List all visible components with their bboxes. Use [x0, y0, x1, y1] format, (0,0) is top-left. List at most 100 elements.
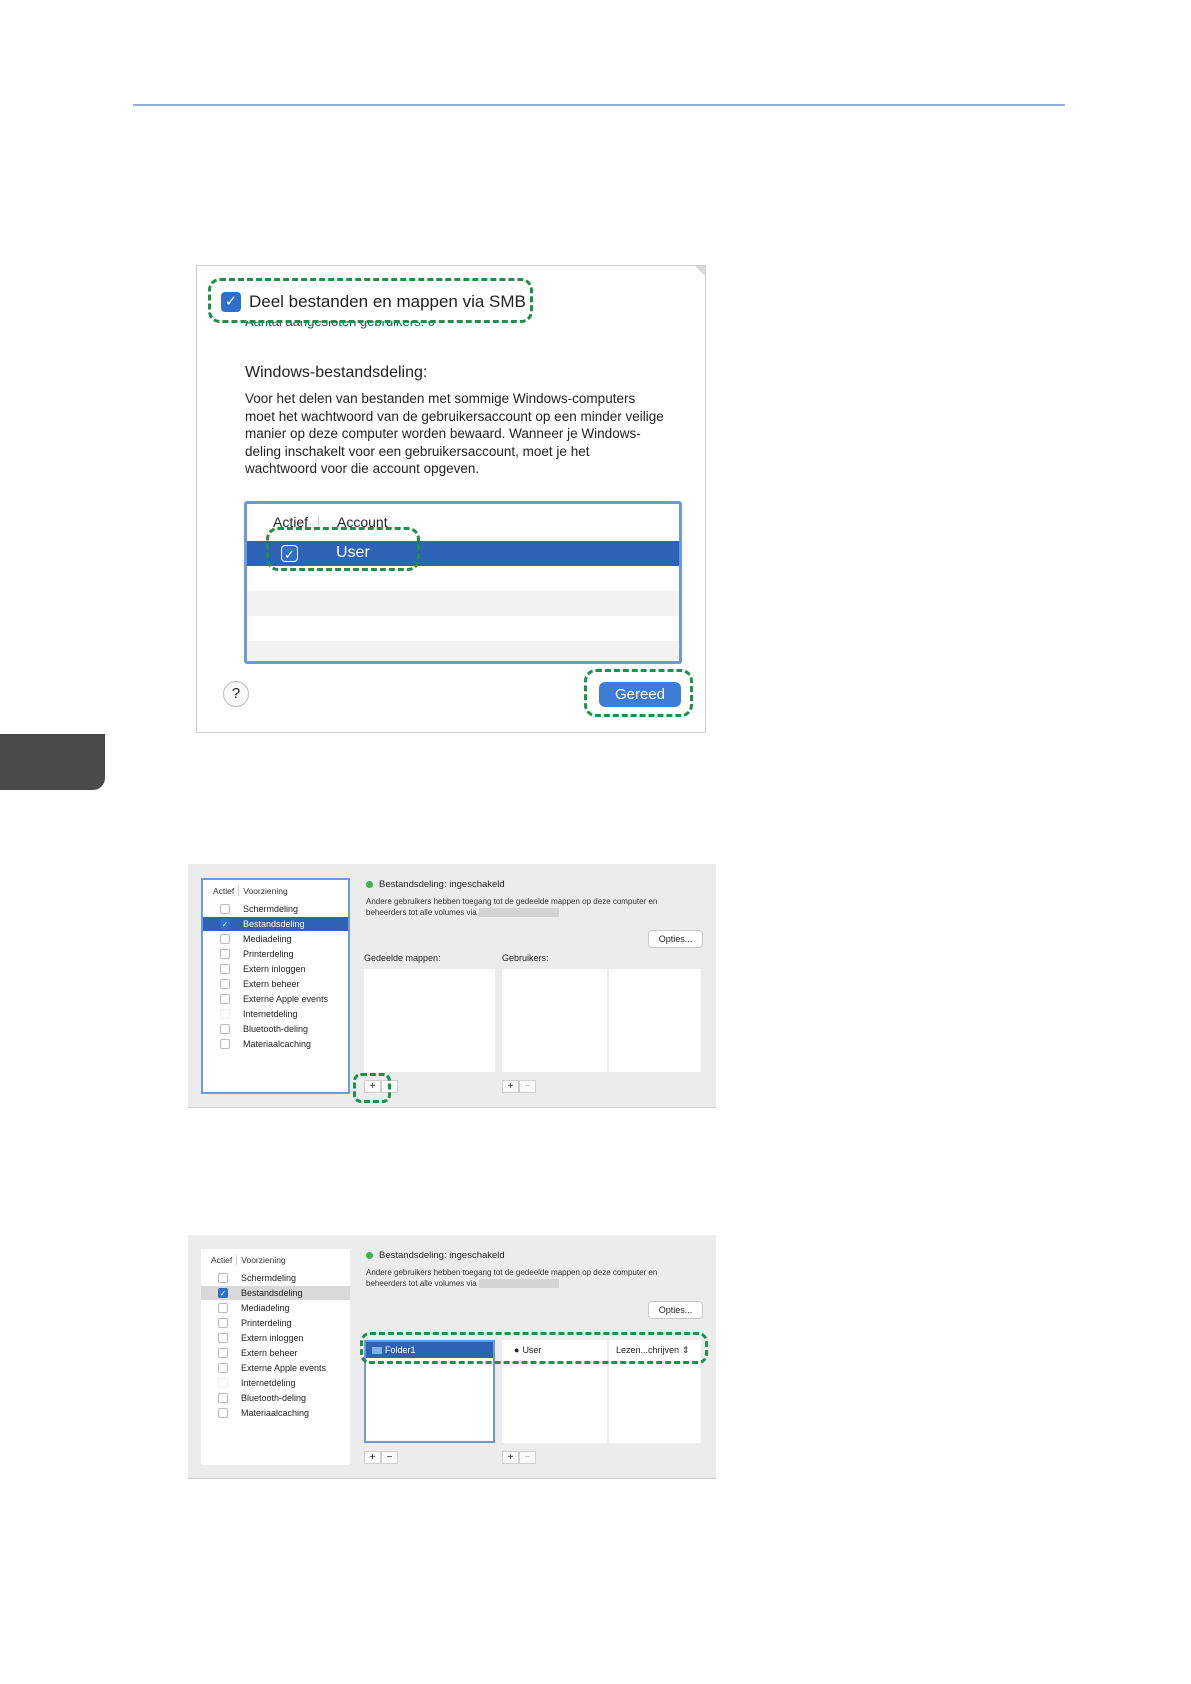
service-item[interactable]: Externe Apple events — [203, 992, 348, 1006]
account-row-empty — [247, 591, 679, 616]
permission-select[interactable]: Lezen...chrijven ⇕ — [616, 1342, 701, 1358]
service-item[interactable]: Extern inloggen — [203, 962, 348, 976]
permissions-list[interactable] — [609, 969, 701, 1072]
sharing-status-description: Andere gebruikers hebben toegang tot de … — [366, 1268, 658, 1289]
user-active-checkbox[interactable]: ✓ — [281, 545, 298, 562]
service-item[interactable]: Extern inloggen — [201, 1331, 350, 1345]
chapter-tab — [0, 734, 105, 790]
service-checkbox[interactable] — [220, 904, 230, 914]
service-item[interactable]: Printerdeling — [201, 1316, 350, 1330]
user-add-remove: + − — [502, 1080, 536, 1093]
permission-value: Lezen...chrijven — [616, 1345, 680, 1355]
shared-folders-label: Gedeelde mappen: — [364, 953, 441, 963]
smb-label: Deel bestanden en mappen via SMB — [249, 292, 526, 311]
service-item[interactable]: Printerdeling — [203, 947, 348, 961]
service-item[interactable]: Schermdeling — [203, 902, 348, 916]
person-icon: ● — [514, 1345, 520, 1355]
service-checkbox[interactable] — [218, 1363, 228, 1373]
service-checkbox[interactable] — [218, 1393, 228, 1403]
service-checkbox[interactable] — [218, 1333, 228, 1343]
account-row-user[interactable]: ✓ User — [247, 541, 679, 566]
smb-checkbox[interactable]: ✓ — [221, 292, 241, 312]
service-item[interactable]: Bluetooth-deling — [203, 1022, 348, 1036]
smb-options-dialog: ✓ Deel bestanden en mappen via SMB Aanta… — [196, 265, 706, 733]
service-item[interactable]: Extern beheer — [203, 977, 348, 991]
shared-folders-list[interactable] — [364, 969, 495, 1072]
service-checkbox[interactable] — [220, 979, 230, 989]
user-row[interactable]: ● User — [508, 1342, 598, 1358]
user-name: User — [522, 1345, 542, 1355]
redacted-address — [478, 908, 559, 918]
add-user-button[interactable]: + — [502, 1080, 519, 1093]
service-item-file-sharing[interactable]: ✓ Bestandsdeling — [203, 917, 348, 931]
service-checkbox[interactable] — [218, 1348, 228, 1358]
service-checkbox[interactable] — [220, 1009, 230, 1019]
service-list-header: Actief Voorziening — [211, 1255, 286, 1265]
service-item[interactable]: Bluetooth-deling — [201, 1391, 350, 1405]
service-checkbox[interactable] — [218, 1273, 228, 1283]
service-item[interactable]: Mediadeling — [203, 932, 348, 946]
col-active-header: Actief — [273, 514, 309, 530]
service-checkbox[interactable] — [218, 1318, 228, 1328]
service-checkbox[interactable] — [220, 1024, 230, 1034]
remove-user-button[interactable]: − — [519, 1451, 536, 1464]
sharing-status-description: Andere gebruikers hebben toegang tot de … — [366, 897, 658, 918]
remove-folder-button[interactable]: − — [381, 1451, 398, 1464]
sharing-panel-folder-added: Actief Voorziening Schermdeling ✓ Bestands… — [188, 1235, 716, 1479]
service-list: Actief Voorziening Schermdeling ✓ Bestands… — [201, 1249, 350, 1465]
col-account-header: Account — [337, 514, 388, 530]
service-checkbox[interactable] — [218, 1408, 228, 1418]
service-item[interactable]: Externe Apple events — [201, 1361, 350, 1375]
options-button[interactable]: Opties... — [648, 1301, 703, 1319]
smb-share-row[interactable]: ✓ Deel bestanden en mappen via SMB — [221, 292, 526, 312]
service-item[interactable]: Internetdeling — [203, 1007, 348, 1021]
dialog-corner — [695, 266, 705, 276]
account-table-header: Actief Account — [273, 514, 398, 530]
service-item[interactable]: Schermdeling — [201, 1271, 350, 1285]
service-checkbox[interactable] — [220, 994, 230, 1004]
add-folder-button[interactable]: + — [364, 1080, 381, 1093]
service-item[interactable]: Mediadeling — [201, 1301, 350, 1315]
windows-sharing-title: Windows-bestandsdeling: — [245, 364, 428, 381]
service-list-header: Actief Voorziening — [213, 886, 288, 896]
service-item[interactable]: Internetdeling — [201, 1376, 350, 1390]
service-item-file-sharing[interactable]: ✓ Bestandsdeling — [201, 1286, 350, 1300]
service-checkbox[interactable] — [220, 934, 230, 944]
help-button[interactable]: ? — [223, 681, 249, 707]
account-row-empty — [247, 616, 679, 641]
remove-user-button[interactable]: − — [519, 1080, 536, 1093]
header-rule — [133, 104, 1065, 106]
service-checkbox[interactable] — [220, 964, 230, 974]
users-label: Gebruikers: — [502, 953, 549, 963]
account-row-empty — [247, 641, 679, 661]
service-checkbox[interactable] — [220, 1039, 230, 1049]
remove-folder-button[interactable]: − — [381, 1080, 398, 1093]
add-user-button[interactable]: + — [502, 1451, 519, 1464]
users-list[interactable] — [502, 969, 607, 1072]
sharing-status: Bestandsdeling: ingeschakeld — [366, 1250, 505, 1261]
folder-row[interactable]: Folder1 — [366, 1342, 493, 1358]
connected-users-text: Aantal aangesloten gebruikers: 0 — [245, 321, 436, 329]
up-down-chevron-icon: ⇕ — [682, 1345, 690, 1355]
user-add-remove: + − — [502, 1451, 536, 1464]
service-checkbox[interactable] — [220, 949, 230, 959]
redacted-address — [478, 1279, 559, 1289]
service-checkbox[interactable]: ✓ — [220, 919, 230, 929]
service-item[interactable]: Materiaalcaching — [201, 1406, 350, 1420]
sharing-status: Bestandsdeling: ingeschakeld — [366, 879, 505, 890]
service-checkbox[interactable] — [218, 1378, 228, 1388]
service-checkbox[interactable] — [218, 1303, 228, 1313]
status-dot-icon — [366, 881, 373, 888]
user-account-label: User — [336, 544, 370, 561]
options-button[interactable]: Opties... — [648, 930, 703, 948]
folder-name: Folder1 — [385, 1345, 416, 1355]
service-item[interactable]: Extern beheer — [201, 1346, 350, 1360]
account-row-empty — [247, 566, 679, 591]
sharing-panel-add: Actief Voorziening Schermdeling ✓ Bestands… — [188, 864, 716, 1108]
account-table: Actief Account ✓ User — [244, 501, 682, 664]
add-folder-button[interactable]: + — [364, 1451, 381, 1464]
service-item[interactable]: Materiaalcaching — [203, 1037, 348, 1051]
done-button[interactable]: Gereed — [599, 682, 681, 707]
windows-sharing-description: Voor het delen van bestanden met sommige… — [245, 391, 664, 476]
service-checkbox[interactable]: ✓ — [218, 1288, 228, 1298]
